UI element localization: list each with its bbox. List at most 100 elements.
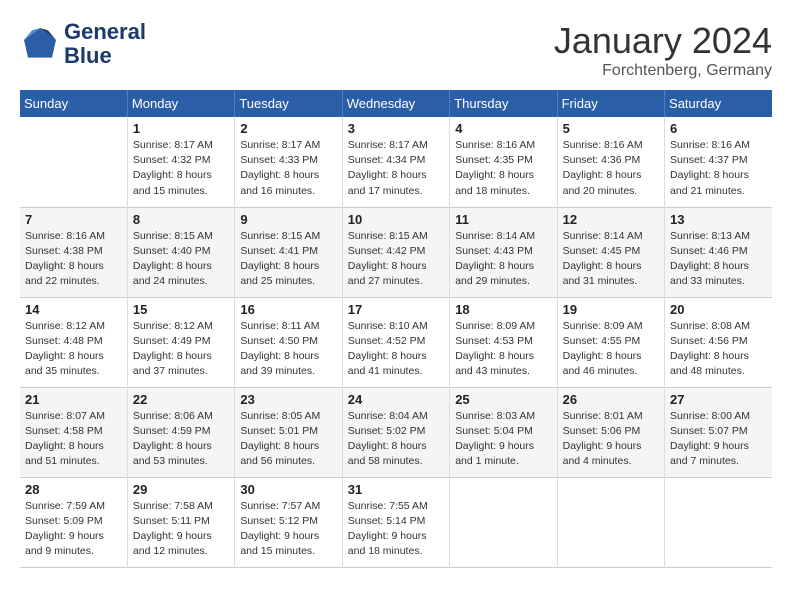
day-detail: Sunrise: 7:57 AM Sunset: 5:12 PM Dayligh… (240, 499, 336, 560)
day-detail: Sunrise: 8:10 AM Sunset: 4:52 PM Dayligh… (348, 319, 444, 380)
day-detail: Sunrise: 8:07 AM Sunset: 4:58 PM Dayligh… (25, 409, 122, 470)
day-detail: Sunrise: 8:15 AM Sunset: 4:40 PM Dayligh… (133, 229, 229, 290)
day-detail: Sunrise: 8:09 AM Sunset: 4:55 PM Dayligh… (563, 319, 659, 380)
day-detail: Sunrise: 8:16 AM Sunset: 4:36 PM Dayligh… (563, 138, 659, 199)
day-number: 1 (133, 121, 229, 136)
day-number: 24 (348, 392, 444, 407)
day-number: 28 (25, 482, 122, 497)
day-detail: Sunrise: 8:12 AM Sunset: 4:48 PM Dayligh… (25, 319, 122, 380)
day-number: 8 (133, 212, 229, 227)
day-number: 6 (670, 121, 767, 136)
weekday-header: Friday (557, 90, 664, 117)
day-detail: Sunrise: 8:09 AM Sunset: 4:53 PM Dayligh… (455, 319, 551, 380)
day-number: 13 (670, 212, 767, 227)
logo-icon (20, 24, 60, 64)
calendar-cell: 27 Sunrise: 8:00 AM Sunset: 5:07 PM Dayli… (665, 387, 772, 477)
weekday-header: Thursday (450, 90, 557, 117)
calendar-cell: 5Sunrise: 8:16 AM Sunset: 4:36 PM Daylig… (557, 117, 664, 207)
calendar-cell: 3Sunrise: 8:17 AM Sunset: 4:34 PM Daylig… (342, 117, 449, 207)
day-detail: Sunrise: 8:01 AM Sunset: 5:06 PM Dayligh… (563, 409, 659, 470)
day-detail: Sunrise: 8:13 AM Sunset: 4:46 PM Dayligh… (670, 229, 767, 290)
calendar-week-row: 1 Sunrise: 8:17 AM Sunset: 4:32 PM Daylig… (20, 117, 772, 207)
day-number: 29 (133, 482, 229, 497)
day-detail: Sunrise: 8:16 AM Sunset: 4:38 PM Dayligh… (25, 229, 122, 290)
calendar-cell: 8 Sunrise: 8:15 AM Sunset: 4:40 PM Daylig… (127, 207, 234, 297)
day-number: 20 (670, 302, 767, 317)
calendar-cell: 12 Sunrise: 8:14 AM Sunset: 4:45 PM Dayli… (557, 207, 664, 297)
day-number: 12 (563, 212, 659, 227)
calendar-cell: 21 Sunrise: 8:07 AM Sunset: 4:58 PM Dayli… (20, 387, 127, 477)
calendar-cell: 11 Sunrise: 8:14 AM Sunset: 4:43 PM Dayli… (450, 207, 557, 297)
day-number: 3 (348, 121, 444, 136)
day-number: 9 (240, 212, 336, 227)
calendar-cell: 29 Sunrise: 7:58 AM Sunset: 5:11 PM Dayli… (127, 477, 234, 567)
calendar-cell: 15Sunrise: 8:12 AM Sunset: 4:49 PM Dayli… (127, 297, 234, 387)
calendar-cell: 6 Sunrise: 8:16 AM Sunset: 4:37 PM Daylig… (665, 117, 772, 207)
day-detail: Sunrise: 8:06 AM Sunset: 4:59 PM Dayligh… (133, 409, 229, 470)
day-number: 10 (348, 212, 444, 227)
calendar-table: SundayMondayTuesdayWednesdayThursdayFrid… (20, 90, 772, 568)
weekday-header: Tuesday (235, 90, 342, 117)
day-detail: Sunrise: 7:59 AM Sunset: 5:09 PM Dayligh… (25, 499, 122, 560)
day-number: 17 (348, 302, 444, 317)
day-detail: Sunrise: 8:00 AM Sunset: 5:07 PM Dayligh… (670, 409, 767, 470)
weekday-header: Monday (127, 90, 234, 117)
day-number: 15 (133, 302, 229, 317)
calendar-cell: 26 Sunrise: 8:01 AM Sunset: 5:06 PM Dayli… (557, 387, 664, 477)
calendar-cell: 22Sunrise: 8:06 AM Sunset: 4:59 PM Dayli… (127, 387, 234, 477)
day-detail: Sunrise: 8:17 AM Sunset: 4:32 PM Dayligh… (133, 138, 229, 199)
calendar-cell: 23Sunrise: 8:05 AM Sunset: 5:01 PM Dayli… (235, 387, 342, 477)
title-area: January 2024 Forchtenberg, Germany (554, 20, 772, 80)
calendar-cell: 10 Sunrise: 8:15 AM Sunset: 4:42 PM Dayli… (342, 207, 449, 297)
day-number: 2 (240, 121, 336, 136)
calendar-cell: 18 Sunrise: 8:09 AM Sunset: 4:53 PM Dayli… (450, 297, 557, 387)
calendar-cell (450, 477, 557, 567)
calendar-cell: 17 Sunrise: 8:10 AM Sunset: 4:52 PM Dayli… (342, 297, 449, 387)
day-detail: Sunrise: 8:15 AM Sunset: 4:42 PM Dayligh… (348, 229, 444, 290)
calendar-cell: 2Sunrise: 8:17 AM Sunset: 4:33 PM Daylig… (235, 117, 342, 207)
day-detail: Sunrise: 8:14 AM Sunset: 4:45 PM Dayligh… (563, 229, 659, 290)
calendar-cell: 1 Sunrise: 8:17 AM Sunset: 4:32 PM Daylig… (127, 117, 234, 207)
day-number: 27 (670, 392, 767, 407)
day-detail: Sunrise: 8:16 AM Sunset: 4:37 PM Dayligh… (670, 138, 767, 199)
day-detail: Sunrise: 8:03 AM Sunset: 5:04 PM Dayligh… (455, 409, 551, 470)
calendar-cell (20, 117, 127, 207)
day-detail: Sunrise: 7:58 AM Sunset: 5:11 PM Dayligh… (133, 499, 229, 560)
calendar-week-row: 14 Sunrise: 8:12 AM Sunset: 4:48 PM Dayli… (20, 297, 772, 387)
calendar-cell: 31 Sunrise: 7:55 AM Sunset: 5:14 PM Dayli… (342, 477, 449, 567)
day-detail: Sunrise: 8:08 AM Sunset: 4:56 PM Dayligh… (670, 319, 767, 380)
calendar-cell: 9 Sunrise: 8:15 AM Sunset: 4:41 PM Daylig… (235, 207, 342, 297)
logo: General Blue (20, 20, 146, 68)
logo-text: General Blue (64, 20, 146, 68)
day-number: 18 (455, 302, 551, 317)
month-title: January 2024 (554, 20, 772, 62)
calendar-week-row: 7 Sunrise: 8:16 AM Sunset: 4:38 PM Daylig… (20, 207, 772, 297)
calendar-cell (557, 477, 664, 567)
day-number: 4 (455, 121, 551, 136)
day-detail: Sunrise: 8:05 AM Sunset: 5:01 PM Dayligh… (240, 409, 336, 470)
day-detail: Sunrise: 7:55 AM Sunset: 5:14 PM Dayligh… (348, 499, 444, 560)
calendar-cell: 24 Sunrise: 8:04 AM Sunset: 5:02 PM Dayli… (342, 387, 449, 477)
day-number: 19 (563, 302, 659, 317)
day-number: 11 (455, 212, 551, 227)
day-detail: Sunrise: 8:14 AM Sunset: 4:43 PM Dayligh… (455, 229, 551, 290)
day-detail: Sunrise: 8:16 AM Sunset: 4:35 PM Dayligh… (455, 138, 551, 199)
day-number: 26 (563, 392, 659, 407)
day-number: 25 (455, 392, 551, 407)
page-header: General Blue January 2024 Forchtenberg, … (20, 20, 772, 80)
day-number: 31 (348, 482, 444, 497)
calendar-cell: 16Sunrise: 8:11 AM Sunset: 4:50 PM Dayli… (235, 297, 342, 387)
day-number: 16 (240, 302, 336, 317)
calendar-cell: 19 Sunrise: 8:09 AM Sunset: 4:55 PM Dayli… (557, 297, 664, 387)
day-number: 21 (25, 392, 122, 407)
calendar-cell: 13 Sunrise: 8:13 AM Sunset: 4:46 PM Dayli… (665, 207, 772, 297)
day-detail: Sunrise: 8:04 AM Sunset: 5:02 PM Dayligh… (348, 409, 444, 470)
day-number: 14 (25, 302, 122, 317)
calendar-cell: 4 Sunrise: 8:16 AM Sunset: 4:35 PM Daylig… (450, 117, 557, 207)
calendar-header-row: SundayMondayTuesdayWednesdayThursdayFrid… (20, 90, 772, 117)
day-number: 7 (25, 212, 122, 227)
calendar-cell: 28 Sunrise: 7:59 AM Sunset: 5:09 PM Dayli… (20, 477, 127, 567)
day-detail: Sunrise: 8:15 AM Sunset: 4:41 PM Dayligh… (240, 229, 336, 290)
calendar-cell (665, 477, 772, 567)
day-number: 30 (240, 482, 336, 497)
